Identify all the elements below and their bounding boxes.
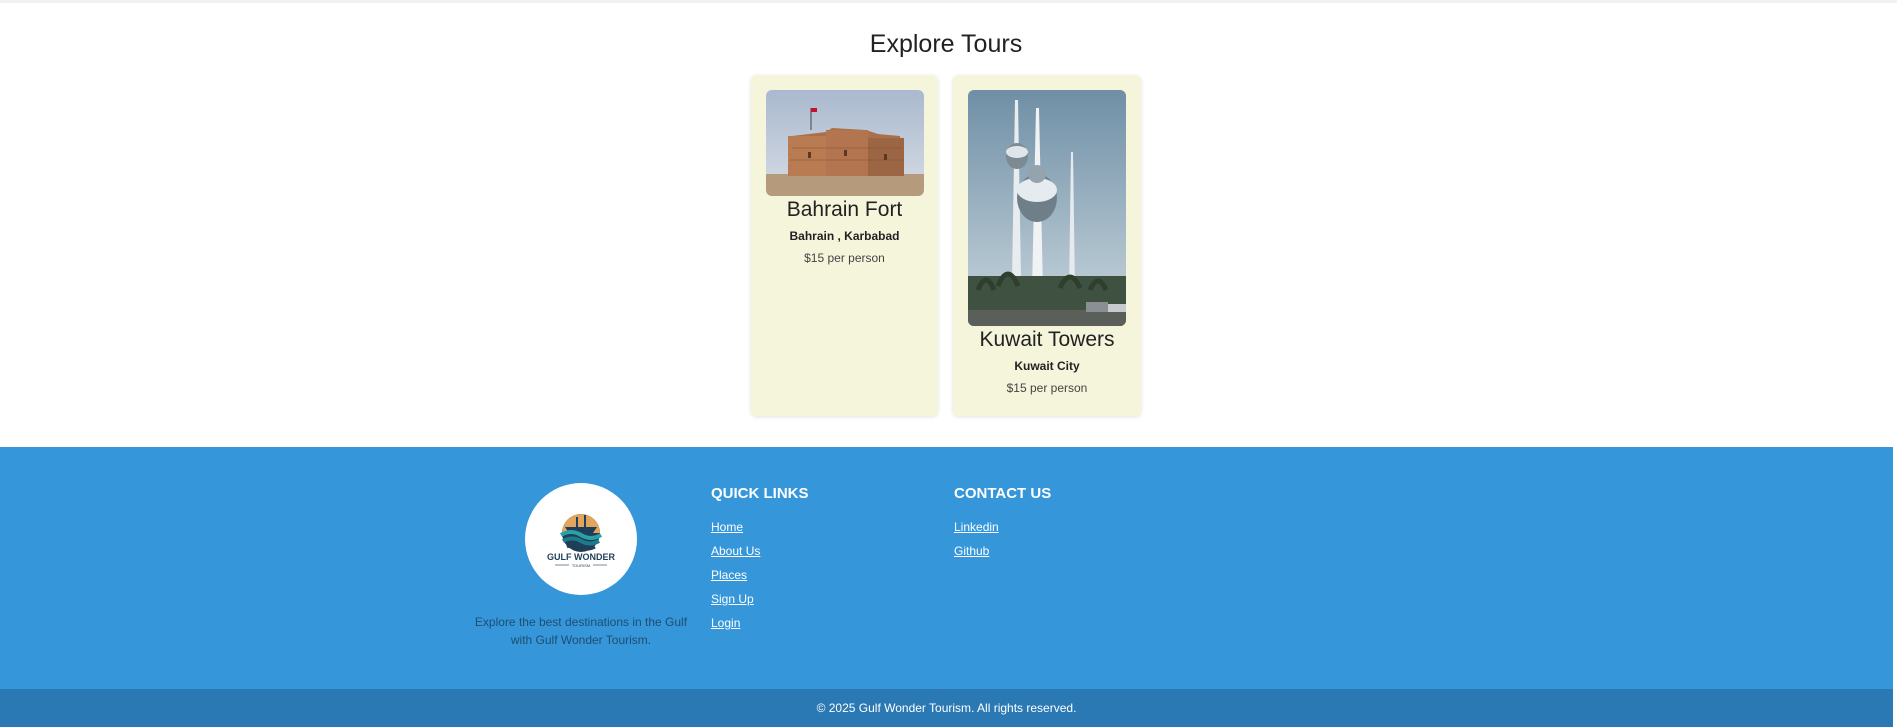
footer-link-sign-up[interactable]: Sign Up [711, 592, 754, 606]
tour-price: $15 per person [1006, 381, 1088, 395]
tour-image-bahrain-fort [766, 90, 924, 196]
tours-section: Explore Tours Bahrain Fort Bahrain , Kar… [0, 0, 1897, 447]
tour-card-kuwait-towers[interactable]: Kuwait Towers Kuwait City $15 per person [953, 75, 1141, 416]
footer-link-github[interactable]: Github [954, 544, 989, 558]
tour-name: Kuwait Towers [979, 328, 1115, 351]
footer-link-home[interactable]: Home [711, 520, 743, 534]
footer-link-about-us[interactable]: About Us [711, 544, 760, 558]
contact-us-title: CONTACT US [954, 485, 1052, 502]
logo-subtext: TOURISM [572, 563, 590, 568]
copyright-bar: © 2025 Gulf Wonder Tourism. All rights r… [0, 689, 1893, 727]
copyright-text: © 2025 Gulf Wonder Tourism. All rights r… [816, 701, 1077, 715]
brand-logo[interactable]: GULF WONDER TOURISM [525, 483, 637, 595]
section-title: Explore Tours [869, 30, 1023, 58]
tour-location: Kuwait City [1014, 359, 1080, 373]
tour-name: Bahrain Fort [786, 198, 903, 221]
tour-image-kuwait-towers [968, 90, 1126, 326]
site-footer: GULF WONDER TOURISM Explore the best des… [0, 447, 1893, 689]
tour-card-bahrain-fort[interactable]: Bahrain Fort Bahrain , Karbabad $15 per … [751, 75, 938, 416]
footer-link-login[interactable]: Login [711, 616, 740, 630]
contact-links-list: Linkedin Github [954, 520, 999, 568]
tour-price: $15 per person [804, 251, 885, 265]
footer-description: Explore the best destinations in the Gul… [474, 615, 688, 647]
quick-links-list: Home About Us Places Sign Up Login [711, 520, 760, 640]
footer-link-places[interactable]: Places [711, 568, 747, 582]
quick-links-title: QUICK LINKS [711, 485, 809, 502]
footer-link-linkedin[interactable]: Linkedin [954, 520, 999, 534]
tour-location: Bahrain , Karbabad [789, 229, 900, 243]
logo-wordmark: GULF WONDER [547, 552, 615, 562]
brand-logo-mark: GULF WONDER TOURISM [547, 514, 615, 568]
